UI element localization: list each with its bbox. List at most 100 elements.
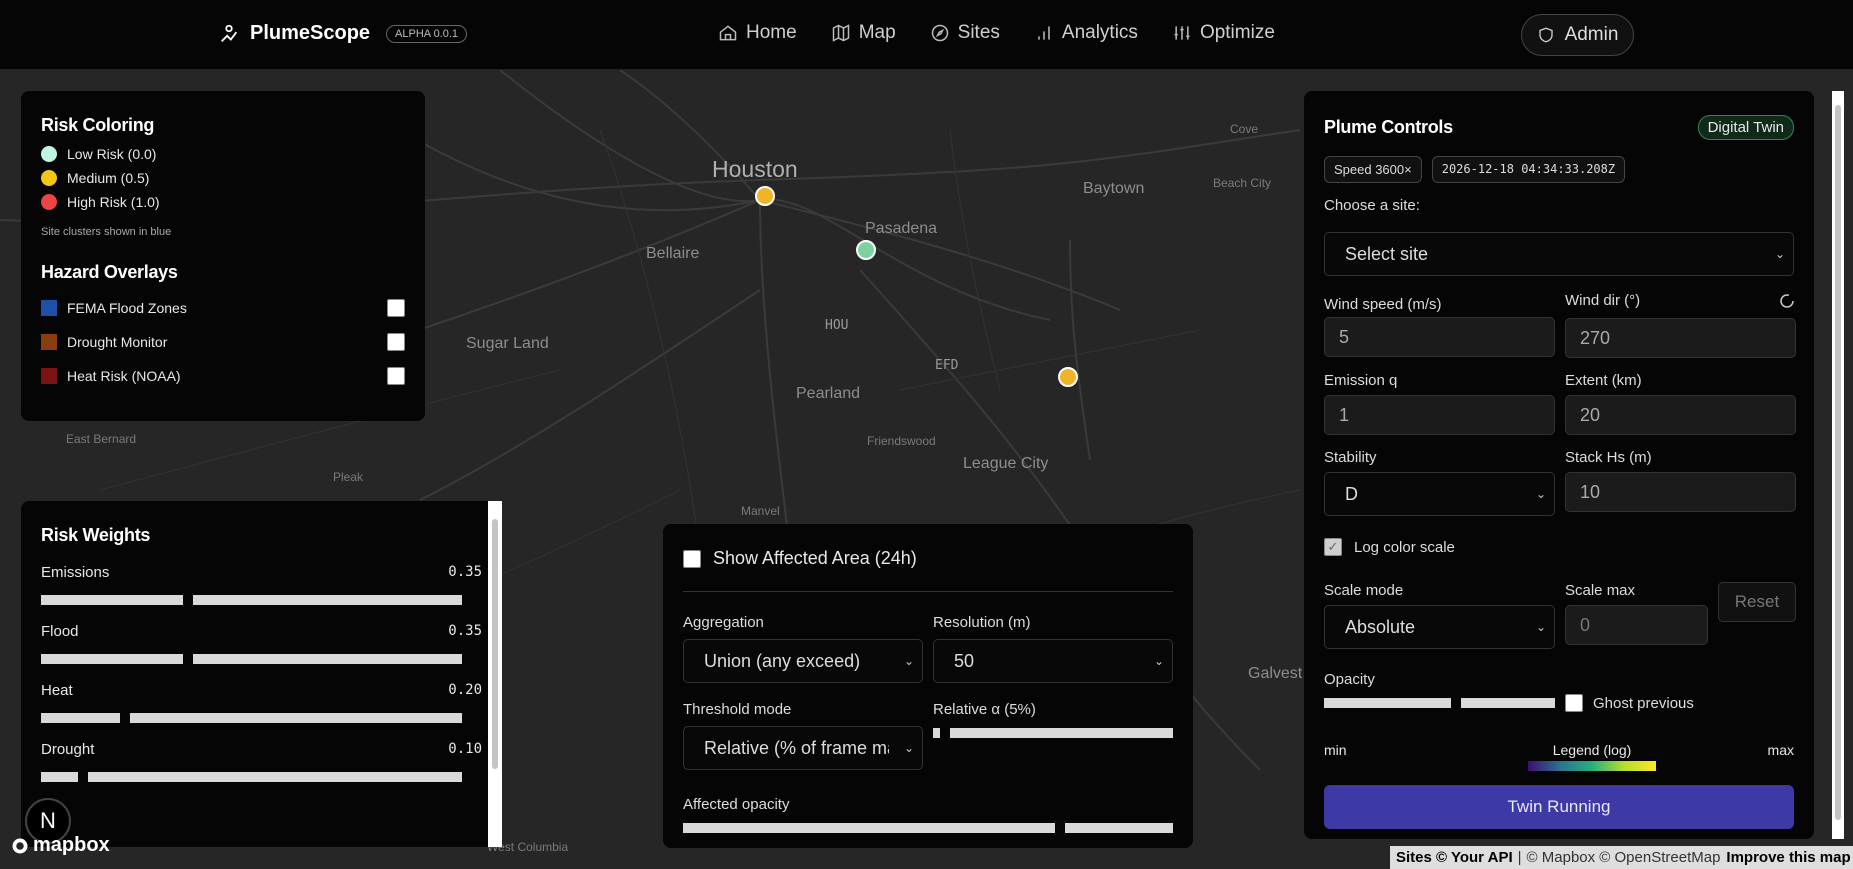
nav-map[interactable]: Map (831, 22, 896, 44)
timestamp-chip: 2026-12-18 04:34:33.208Z (1431, 156, 1626, 183)
relative-alpha-slider[interactable] (933, 728, 1173, 738)
threshold-label: Threshold mode (683, 701, 792, 718)
sites-attribution-link[interactable]: Sites © Your API (1396, 849, 1513, 866)
slider-track-rest (130, 713, 462, 723)
map-label-friendswood: Friendswood (867, 434, 936, 448)
nav-sites[interactable]: Sites (930, 22, 1000, 44)
map-label-pleak: Pleak (333, 470, 364, 484)
mapbox-logo[interactable]: mapbox (11, 834, 110, 857)
opacity-slider[interactable] (1324, 698, 1555, 708)
overlay-fema[interactable]: FEMA Flood Zones (41, 299, 405, 317)
brand-name: PlumeScope (250, 22, 371, 44)
controls-scrollbar-thumb[interactable] (1835, 105, 1841, 820)
resolution-select[interactable]: 50 ⌄ (933, 639, 1173, 683)
stack-input[interactable]: 10 (1565, 472, 1796, 512)
ghost-previous-checkbox[interactable] (1565, 694, 1583, 712)
affected-area-title: Show Affected Area (24h) (713, 548, 917, 568)
log-scale-checkbox[interactable]: ✓ (1324, 538, 1342, 556)
overlay-heat[interactable]: Heat Risk (NOAA) (41, 367, 405, 385)
extent-label: Extent (km) (1565, 372, 1642, 389)
brand[interactable]: PlumeScope ALPHA 0.0.1 (218, 22, 468, 45)
slider-track-filled (683, 823, 1055, 833)
map-icon (832, 24, 849, 42)
sliders-icon (1174, 26, 1190, 40)
map-label-galveston: Galvest (1248, 665, 1303, 682)
legend-gradient-bar (1528, 761, 1657, 771)
aggregation-select[interactable]: Union (any exceed) ⌄ (683, 639, 923, 683)
scale-max-label: Scale max (1565, 582, 1636, 599)
attribution-separator: | (1517, 849, 1522, 866)
stack-label: Stack Hs (m) (1565, 449, 1652, 466)
heat-slider[interactable] (41, 713, 462, 723)
overlay-swatch-fema (41, 300, 57, 316)
site-marker[interactable] (755, 186, 775, 206)
weights-scrollbar[interactable] (488, 501, 502, 847)
map-label-baytown: Baytown (1083, 180, 1145, 197)
legend-dot-medium (41, 170, 57, 186)
reset-button[interactable]: Reset (1718, 582, 1796, 622)
hazard-overlays-title: Hazard Overlays (41, 262, 178, 282)
admin-button[interactable]: Admin (1521, 14, 1634, 56)
slider-track-rest (950, 728, 1173, 738)
overlay-drought[interactable]: Drought Monitor (41, 333, 405, 351)
fema-checkbox[interactable] (387, 299, 405, 317)
slider-track-rest (193, 595, 462, 605)
legend-min: min (1324, 742, 1347, 758)
slider-track-rest (1065, 823, 1173, 833)
choose-site-label: Choose a site: (1324, 197, 1420, 214)
chevron-down-icon: ⌄ (1535, 620, 1546, 634)
site-marker[interactable] (1058, 367, 1078, 387)
attribution-links[interactable]: © Mapbox © OpenStreetMap (1527, 849, 1721, 866)
weight-value-flood: 0.35 (448, 623, 482, 639)
twin-running-button[interactable]: Twin Running (1324, 785, 1794, 829)
site-select[interactable]: Select site ⌄ (1324, 232, 1794, 276)
affected-area-checkbox[interactable] (683, 549, 701, 568)
nav-optimize[interactable]: Optimize (1172, 22, 1275, 44)
log-scale-toggle[interactable]: ✓ Log color scale (1324, 538, 1794, 556)
scale-mode-select[interactable]: Absolute ⌄ (1324, 605, 1555, 649)
weights-scrollbar-thumb[interactable] (492, 519, 498, 769)
controls-scrollbar[interactable] (1832, 91, 1844, 839)
wind-speed-input[interactable]: 5 (1324, 317, 1555, 357)
emissions-slider[interactable] (41, 595, 462, 605)
chevron-down-icon: ⌄ (903, 654, 914, 668)
wind-dir-input[interactable]: 270 (1565, 318, 1796, 358)
shield-icon (1538, 27, 1553, 43)
weight-emissions: Emissions 0.35 (41, 564, 482, 605)
improve-map-link[interactable]: Improve this map (1726, 849, 1850, 866)
affected-area-toggle[interactable]: Show Affected Area (24h) (683, 548, 1173, 592)
refresh-icon[interactable] (1778, 292, 1796, 310)
threshold-select[interactable]: Relative (% of frame max) ⌄ (683, 726, 923, 770)
flood-slider[interactable] (41, 654, 462, 664)
main-nav: Home Map Sites Analytics Optimize (718, 22, 1275, 44)
scale-max-input[interactable]: 0 (1565, 605, 1708, 645)
map-label-pasadena: Pasadena (865, 220, 938, 237)
extent-input[interactable]: 20 (1565, 395, 1796, 435)
version-badge: ALPHA 0.0.1 (386, 24, 468, 43)
map-label-manvel: Manvel (741, 504, 780, 518)
nav-analytics[interactable]: Analytics (1034, 22, 1138, 44)
nav-home[interactable]: Home (718, 22, 797, 44)
slider-track-filled (41, 654, 183, 664)
emission-input[interactable]: 1 (1324, 395, 1555, 435)
site-marker[interactable] (856, 240, 876, 260)
weight-heat: Heat 0.20 (41, 682, 482, 723)
stability-label: Stability (1324, 449, 1377, 466)
heat-checkbox[interactable] (387, 367, 405, 385)
legend-item-low: Low Risk (0.0) (41, 146, 405, 162)
drought-checkbox[interactable] (387, 333, 405, 351)
affected-area-panel: Show Affected Area (24h) Aggregation Uni… (663, 524, 1193, 848)
weight-flood: Flood 0.35 (41, 623, 482, 664)
plume-logo-icon (221, 24, 238, 42)
drought-slider[interactable] (41, 772, 462, 782)
slider-track-rest (1461, 698, 1555, 708)
wind-dir-row: Wind dir (°) (1565, 292, 1796, 310)
aggregation-label: Aggregation (683, 614, 764, 631)
top-navigation-bar: PlumeScope ALPHA 0.0.1 Home Map Sites An… (0, 0, 1853, 70)
stability-select[interactable]: D ⌄ (1324, 472, 1555, 516)
wind-speed-label: Wind speed (m/s) (1324, 296, 1442, 313)
slider-track-filled (41, 772, 78, 782)
chevron-down-icon: ⌄ (903, 741, 914, 755)
affected-opacity-slider[interactable] (683, 823, 1173, 833)
wind-dir-label: Wind dir (°) (1565, 292, 1641, 309)
